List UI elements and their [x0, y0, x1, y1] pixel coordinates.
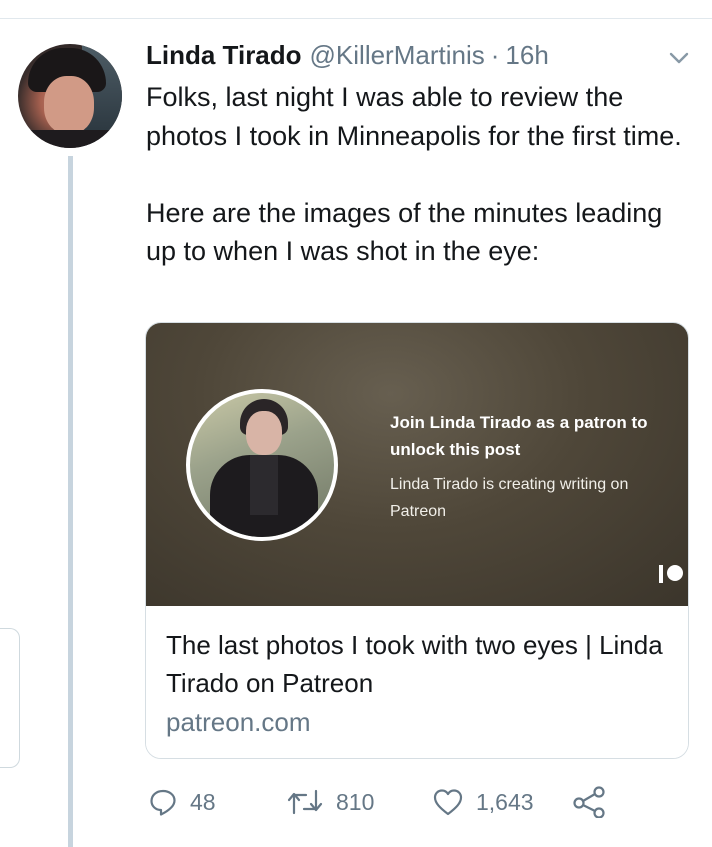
adjacent-card-edge	[0, 628, 20, 768]
card-domain: patreon.com	[166, 707, 311, 737]
share-button[interactable]	[572, 784, 606, 820]
share-icon	[573, 786, 605, 818]
author-name[interactable]: Linda Tirado	[146, 40, 302, 71]
creator-photo	[186, 389, 338, 541]
reply-count: 48	[190, 788, 216, 815]
patron-creator-subtitle: Linda Tirado is creating writing on Patr…	[390, 476, 629, 520]
reply-icon	[150, 789, 176, 816]
separator-dot: ·	[490, 40, 500, 70]
author-handle[interactable]: @KillerMartinis	[310, 40, 485, 71]
chevron-down-icon[interactable]	[668, 50, 690, 66]
reply-button[interactable]: 48	[148, 784, 216, 820]
tweet-timestamp[interactable]: 16h	[505, 40, 548, 71]
like-button[interactable]: 1,643	[432, 784, 534, 820]
card-body[interactable]: The last photos I took with two eyes | L…	[146, 606, 688, 758]
author-avatar[interactable]	[18, 44, 122, 148]
heart-icon	[433, 789, 463, 816]
thread-line	[68, 156, 73, 847]
retweet-button[interactable]: 810	[286, 784, 374, 820]
patron-unlock-title: Join Linda Tirado as a patron to unlock …	[390, 413, 648, 459]
top-divider	[0, 18, 712, 19]
patreon-logo-icon	[659, 565, 683, 583]
tweet-actions: 48 810 1,643	[148, 784, 688, 820]
retweet-count: 810	[336, 788, 375, 815]
retweet-icon	[287, 789, 323, 815]
link-card[interactable]: Join Linda Tirado as a patron to unlock …	[145, 322, 689, 759]
like-count: 1,643	[476, 788, 534, 815]
card-title: The last photos I took with two eyes | L…	[166, 630, 663, 698]
tweet-header: Linda Tirado @KillerMartinis · 16h	[146, 40, 549, 76]
tweet-text: Folks, last night I was able to review t…	[146, 82, 682, 266]
card-preview-image[interactable]: Join Linda Tirado as a patron to unlock …	[146, 323, 688, 606]
